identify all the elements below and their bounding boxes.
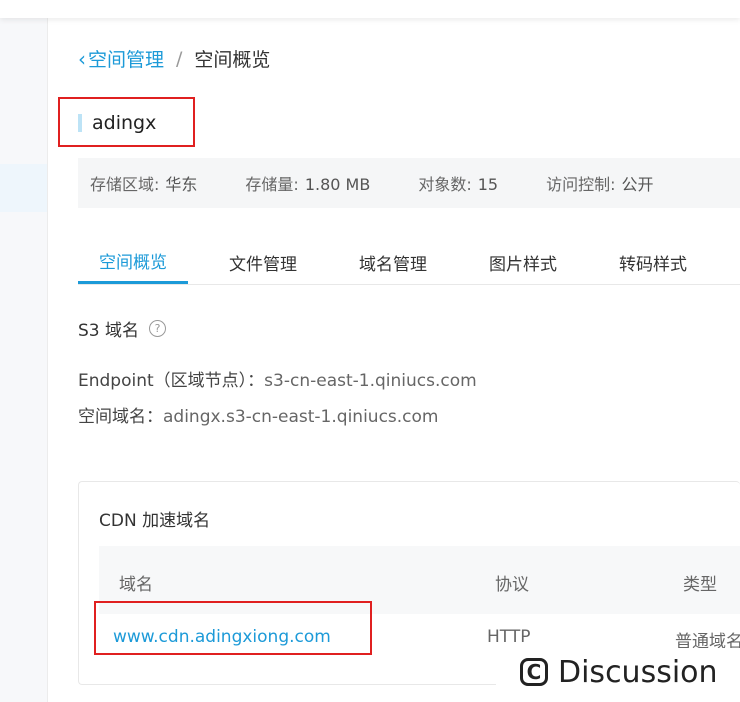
bucket-name: adingx xyxy=(92,112,157,134)
watermark-text: Discussion xyxy=(558,654,718,690)
discussion-logo-icon: C xyxy=(520,658,548,686)
sidebar xyxy=(0,18,48,702)
top-bar xyxy=(0,0,740,18)
info-access: 访问控制: 公开 xyxy=(546,175,654,194)
tab-transcode-styles[interactable]: 转码样式 xyxy=(598,240,708,284)
bucket-info-bar: 存储区域: 华东 存储量: 1.80 MB 对象数: 15 访问控制: 公开 xyxy=(78,158,740,208)
column-header-type: 类型 xyxy=(683,575,717,595)
column-header-protocol: 协议 xyxy=(495,575,529,595)
info-objects: 对象数: 15 xyxy=(418,175,499,194)
chevron-left-icon: ‹ xyxy=(78,46,86,71)
tab-domain-management[interactable]: 域名管理 xyxy=(338,240,448,284)
help-icon[interactable]: ? xyxy=(149,320,167,337)
discussion-watermark: C Discussion xyxy=(496,648,740,696)
cdn-protocol: HTTP xyxy=(487,627,531,647)
info-region: 存储区域: 华东 xyxy=(90,175,198,194)
sidebar-active-item[interactable] xyxy=(0,164,47,212)
tab-bar: 空间概览 文件管理 域名管理 图片样式 转码样式 xyxy=(78,240,740,285)
bucket-title: adingx xyxy=(78,112,156,134)
breadcrumb-separator: / xyxy=(176,47,183,70)
cdn-table-header: 域名 协议 类型 xyxy=(99,546,740,614)
tab-file-management[interactable]: 文件管理 xyxy=(188,240,338,284)
breadcrumb-back-link[interactable]: ‹ 空间管理 xyxy=(78,45,164,72)
info-storage: 存储量: 1.80 MB xyxy=(245,175,371,194)
breadcrumb-current: 空间概览 xyxy=(194,49,271,71)
breadcrumb-back-label: 空间管理 xyxy=(88,49,165,71)
cdn-domain-link[interactable]: www.cdn.adingxiong.com xyxy=(113,627,331,647)
tab-image-styles[interactable]: 图片样式 xyxy=(448,240,598,284)
s3-endpoint: Endpoint（区域节点）：s3-cn-east-1.qiniucs.com xyxy=(78,371,477,391)
title-accent-bar xyxy=(78,114,82,132)
s3-section-title: S3 域名 ? xyxy=(78,316,167,341)
cdn-section-title: CDN 加速域名 xyxy=(99,511,211,531)
main-content: ‹ 空间管理 / 空间概览 adingx 存储区域: 华东 存储量: 1.80 MB… xyxy=(48,18,740,702)
breadcrumb: ‹ 空间管理 / 空间概览 xyxy=(78,45,270,72)
tab-overview[interactable]: 空间概览 xyxy=(78,240,188,284)
s3-bucket-domain: 空间域名：adingx.s3-cn-east-1.qiniucs.com xyxy=(78,407,439,427)
column-header-domain: 域名 xyxy=(119,575,153,595)
